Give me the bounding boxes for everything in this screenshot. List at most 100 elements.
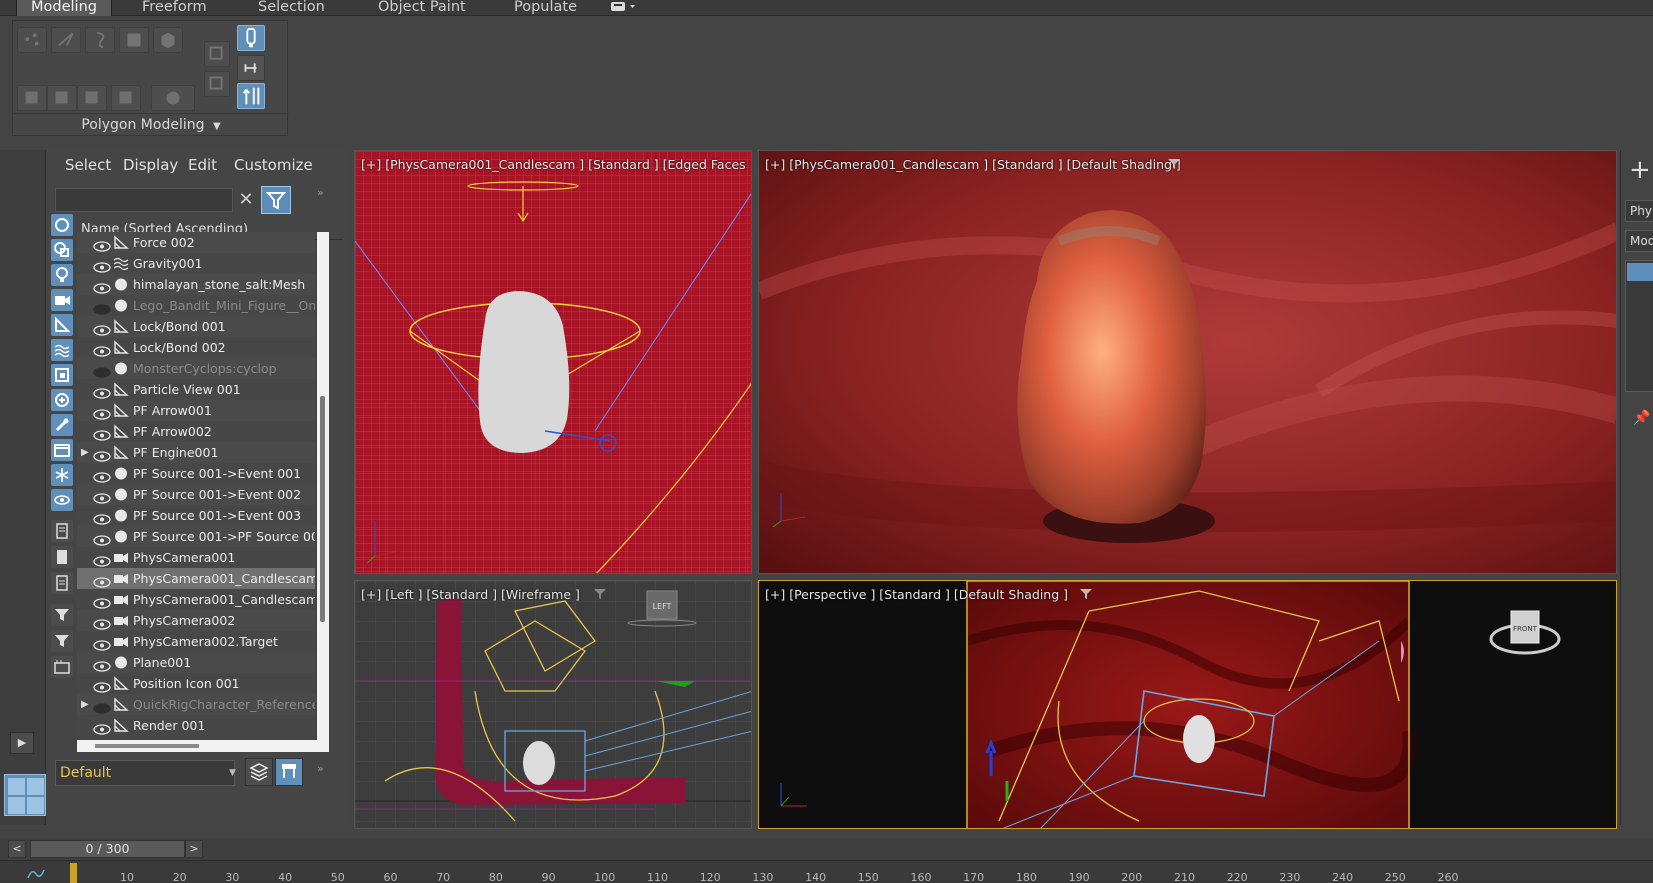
time-cursor[interactable] bbox=[70, 863, 77, 883]
list-item[interactable]: PhysCamera001 bbox=[77, 547, 315, 568]
layer-explorer-button[interactable] bbox=[245, 758, 273, 786]
modifier-button-4[interactable] bbox=[111, 85, 141, 111]
visibility-eye-icon[interactable] bbox=[93, 300, 111, 315]
list-item[interactable]: MonsterCyclops:cyclop bbox=[77, 358, 315, 379]
polygon-mode-button[interactable] bbox=[119, 27, 149, 53]
pin-button[interactable] bbox=[237, 55, 265, 81]
visibility-eye-icon[interactable] bbox=[93, 531, 111, 546]
viewport-label[interactable]: [+] [PhysCamera001_Candlescam ] [Standar… bbox=[765, 157, 1181, 172]
visibility-eye-icon[interactable] bbox=[93, 279, 111, 294]
list-item[interactable]: PhysCamera002.Target bbox=[77, 631, 315, 652]
previous-frame-button[interactable]: < bbox=[8, 840, 26, 858]
display-dependencies-button[interactable] bbox=[51, 572, 73, 594]
chevron-down-icon[interactable]: ▼ bbox=[229, 768, 236, 778]
display-references-button[interactable] bbox=[51, 546, 73, 568]
modifier-stack[interactable] bbox=[1625, 260, 1653, 392]
filter-toggle-button[interactable] bbox=[261, 186, 291, 214]
viewport-camera-edged[interactable]: [+] [PhysCamera001_Candlescam ] [Standar… bbox=[354, 150, 752, 574]
edge-mode-button[interactable] bbox=[51, 27, 81, 53]
list-item[interactable]: Position Icon 001 bbox=[77, 673, 315, 694]
visibility-eye-icon[interactable] bbox=[93, 321, 111, 336]
visibility-eye-icon[interactable] bbox=[93, 699, 111, 714]
border-mode-button[interactable] bbox=[85, 27, 115, 53]
modifier-button-5[interactable] bbox=[151, 85, 195, 111]
ribbon-options-dropdown[interactable] bbox=[610, 0, 640, 14]
tab-selection[interactable]: Selection bbox=[244, 0, 339, 16]
modifier-button-1[interactable] bbox=[17, 85, 47, 111]
visibility-eye-icon[interactable] bbox=[93, 657, 111, 672]
viewport-camera-shaded[interactable]: [+] [PhysCamera001_Candlescam ] [Standar… bbox=[758, 150, 1617, 574]
visibility-eye-icon[interactable] bbox=[93, 363, 111, 378]
modifier-button-2[interactable] bbox=[47, 85, 77, 111]
modifier-list-dropdown[interactable]: Mod bbox=[1625, 230, 1653, 252]
list-vertical-scrollbar[interactable] bbox=[317, 232, 329, 740]
filter-geometry-button[interactable] bbox=[51, 214, 73, 236]
list-item[interactable]: PF Source 001->Event 001 bbox=[77, 463, 315, 484]
list-item[interactable]: Lego_Bandit_Mini_Figure__One_ bbox=[77, 295, 315, 316]
viewport-label[interactable]: [+] [Perspective ] [Standard ] [Default … bbox=[765, 587, 1068, 602]
visibility-eye-icon[interactable] bbox=[93, 258, 111, 273]
list-item[interactable]: Force 002 bbox=[77, 232, 315, 253]
filter-containers-button[interactable] bbox=[51, 439, 73, 461]
viewport-label[interactable]: [+] [Left ] [Standard ] [Wireframe ] bbox=[361, 587, 580, 602]
filter-all-button[interactable] bbox=[51, 630, 73, 652]
scene-explorer-mode-button[interactable] bbox=[275, 758, 303, 786]
next-frame-button[interactable]: > bbox=[185, 840, 203, 858]
visibility-eye-icon[interactable] bbox=[93, 426, 111, 441]
explorer-search-input[interactable] bbox=[55, 188, 233, 212]
time-slider[interactable]: 0 / 300 bbox=[30, 840, 185, 858]
filter-frozen-button[interactable] bbox=[51, 464, 73, 486]
curve-editor-icon[interactable] bbox=[26, 866, 46, 880]
modify-mode-button[interactable] bbox=[204, 41, 230, 67]
expand-arrow-icon[interactable]: ▶ bbox=[81, 694, 89, 715]
layer-dropdown[interactable]: Default bbox=[55, 760, 235, 786]
filter-shapes-button[interactable] bbox=[51, 239, 73, 261]
viewport-filter-icon[interactable] bbox=[1079, 588, 1093, 600]
visibility-eye-icon[interactable] bbox=[93, 552, 111, 567]
visibility-eye-icon[interactable] bbox=[93, 447, 111, 462]
list-item[interactable]: Plane001 bbox=[77, 652, 315, 673]
visibility-eye-icon[interactable] bbox=[93, 615, 111, 630]
filter-lights-button[interactable] bbox=[51, 264, 73, 286]
modifier-button-3[interactable] bbox=[77, 85, 107, 111]
pin-stack-button[interactable] bbox=[237, 25, 265, 51]
list-horizontal-scrollbar[interactable] bbox=[77, 740, 329, 752]
tab-modeling[interactable]: Modeling bbox=[16, 0, 112, 16]
menu-display[interactable]: Display bbox=[123, 156, 178, 174]
scroll-thumb[interactable] bbox=[95, 744, 199, 748]
visibility-eye-icon[interactable] bbox=[93, 594, 111, 609]
filter-bones-button[interactable] bbox=[51, 414, 73, 436]
list-item[interactable]: PF Source 001->PF Source 001 bbox=[77, 526, 315, 547]
list-item[interactable]: ▶ QuickRigCharacter_Reference bbox=[77, 694, 315, 715]
menu-customize[interactable]: Customize bbox=[234, 156, 313, 174]
element-mode-button[interactable] bbox=[153, 27, 183, 53]
object-name-field[interactable]: Phy bbox=[1625, 200, 1653, 222]
scroll-thumb[interactable] bbox=[320, 396, 325, 622]
visibility-eye-icon[interactable] bbox=[93, 489, 111, 504]
viewport-filter-icon[interactable] bbox=[593, 588, 607, 600]
visibility-eye-icon[interactable] bbox=[93, 636, 111, 651]
list-item[interactable]: Lock/Bond 001 bbox=[77, 316, 315, 337]
list-item[interactable]: himalayan_stone_salt:Mesh bbox=[77, 274, 315, 295]
list-item[interactable]: Particle View 001 bbox=[77, 379, 315, 400]
list-item[interactable]: Render 001 bbox=[77, 715, 315, 736]
viewport-filter-icon[interactable] bbox=[1167, 158, 1181, 170]
list-item[interactable]: Gravity001 bbox=[77, 253, 315, 274]
show-end-result-button[interactable] bbox=[237, 83, 265, 109]
list-item[interactable]: PhysCamera002 bbox=[77, 610, 315, 631]
polygon-modeling-dropdown[interactable]: Polygon Modeling ▼ bbox=[13, 113, 289, 135]
expand-arrow-icon[interactable]: ▶ bbox=[81, 442, 89, 463]
filter-hidden-button[interactable] bbox=[51, 489, 73, 511]
visibility-eye-icon[interactable] bbox=[93, 405, 111, 420]
create-plus-icon[interactable]: + bbox=[1629, 157, 1651, 183]
tab-populate[interactable]: Populate bbox=[500, 0, 591, 16]
list-item[interactable]: PF Arrow002 bbox=[77, 421, 315, 442]
filter-cameras-button[interactable] bbox=[51, 289, 73, 311]
pin-icon[interactable]: 📌 bbox=[1633, 410, 1650, 426]
menu-edit[interactable]: Edit bbox=[188, 156, 217, 174]
visibility-eye-icon[interactable] bbox=[93, 342, 111, 357]
expand-panel-button[interactable]: ▶ bbox=[10, 732, 34, 754]
visibility-eye-icon[interactable] bbox=[93, 720, 111, 735]
list-item[interactable]: PhysCamera001_Candlescam bbox=[77, 568, 315, 589]
filter-groups-button[interactable] bbox=[51, 364, 73, 386]
